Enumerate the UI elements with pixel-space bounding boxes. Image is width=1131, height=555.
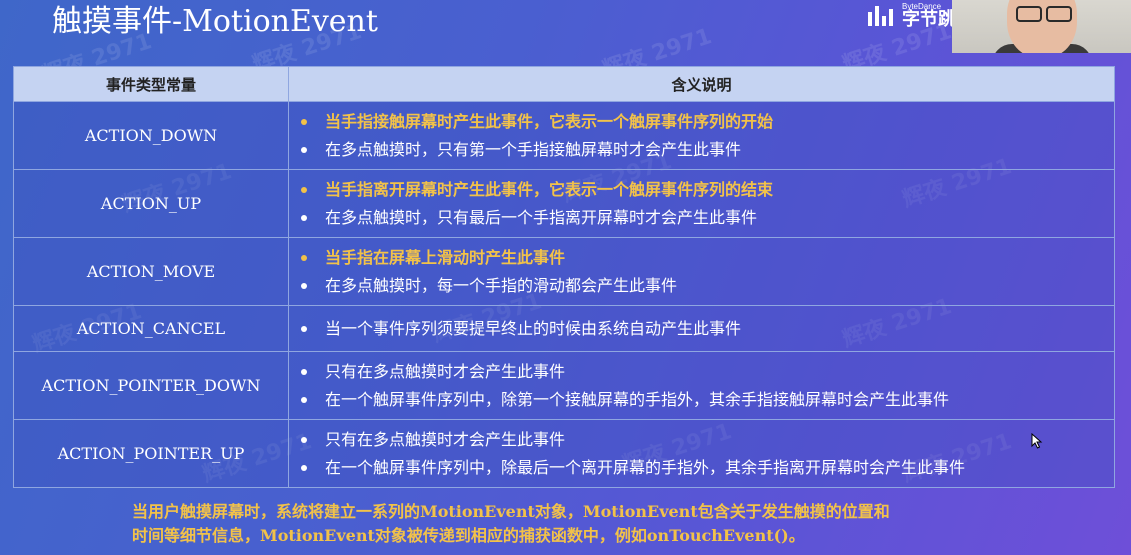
event-description: 只有在多点触摸时才会产生此事件在一个触屏事件序列中，除最后一个离开屏幕的手指外，…: [288, 419, 1115, 488]
event-description: 只有在多点触摸时才会产生此事件在一个触屏事件序列中，除第一个接触屏幕的手指外，其…: [288, 351, 1115, 420]
event-description: 当手指离开屏幕时产生此事件，它表示一个触屏事件序列的结束 在多点触摸时，只有最后一…: [288, 169, 1115, 238]
description-text: 当一个事件序列须要提早终止的时候由系统自动产生此事件: [325, 318, 742, 338]
footer-line: 当用户触摸屏幕时，系统将建立一系列的MotionEvent对象，MotionEv…: [132, 502, 890, 521]
description-text: 在多点触摸时，只有最后一个手指离开屏幕时才会产生此事件: [325, 207, 758, 227]
table-row: ACTION_DOWN 当手指接触屏幕时产生此事件，它表示一个触屏事件序列的开始在…: [13, 101, 1115, 170]
mouse-cursor-icon: [1031, 433, 1043, 449]
slide-title: 触摸事件-MotionEvent: [52, 4, 378, 39]
description-line: 当手指在屏幕上滑动时产生此事件: [299, 244, 1114, 272]
event-description: 当手指接触屏幕时产生此事件，它表示一个触屏事件序列的开始 在多点触摸时，只有第一个…: [288, 101, 1115, 170]
event-constant: ACTION_DOWN: [13, 101, 289, 170]
column-header-meaning: 含义说明: [288, 66, 1115, 102]
logo-big-text: 字节跳: [902, 9, 956, 30]
description-line: 在一个触屏事件序列中，除最后一个离开屏幕的手指外，其余手指离开屏幕时会产生此事件: [299, 454, 1114, 482]
description-line: 在多点触摸时，只有第一个手指接触屏幕时才会产生此事件: [299, 136, 1114, 164]
description-text: 只有在多点触摸时才会产生此事件: [325, 361, 566, 381]
event-constant: ACTION_MOVE: [13, 237, 289, 306]
event-constant: ACTION_UP: [13, 169, 289, 238]
description-line: 当手指离开屏幕时产生此事件，它表示一个触屏事件序列的结束: [299, 176, 1114, 204]
description-text: 只有在多点触摸时才会产生此事件: [325, 429, 566, 449]
description-text: 在多点触摸时，每一个手指的滑动都会产生此事件: [325, 275, 678, 295]
description-text: 当手指接触屏幕时产生此事件，它表示一个触屏事件序列的开始: [325, 111, 774, 131]
event-table: 事件类型常量 含义说明 ACTION_DOWN 当手指接触屏幕时产生此事件，它表示…: [13, 66, 1115, 488]
bullet-icon: [301, 396, 307, 403]
description-line: 在多点触摸时，只有最后一个手指离开屏幕时才会产生此事件: [299, 204, 1114, 232]
bullet-icon: [301, 325, 307, 332]
bytedance-logo: ByteDance 字节跳: [868, 0, 956, 32]
description-line: 当手指接触屏幕时产生此事件，它表示一个触屏事件序列的开始: [299, 108, 1114, 136]
bullet-icon: [301, 186, 307, 193]
table-row: ACTION_CANCEL 当一个事件序列须要提早终止的时候由系统自动产生此事件: [13, 305, 1115, 352]
table-row: ACTION_UP 当手指离开屏幕时产生此事件，它表示一个触屏事件序列的结束 在多点…: [13, 169, 1115, 238]
description-text: 在一个触屏事件序列中，除最后一个离开屏幕的手指外，其余手指离开屏幕时会产生此事件: [325, 457, 966, 477]
bullet-icon: [301, 146, 307, 153]
bullet-icon: [301, 436, 307, 443]
description-text: 在多点触摸时，只有第一个手指接触屏幕时才会产生此事件: [325, 139, 742, 159]
bullet-icon: [301, 464, 307, 471]
table-row: ACTION_MOVE 当手指在屏幕上滑动时产生此事件 在多点触摸时，每一个手指的…: [13, 237, 1115, 306]
description-text: 当手指在屏幕上滑动时产生此事件: [325, 247, 566, 267]
description-line: 在多点触摸时，每一个手指的滑动都会产生此事件: [299, 272, 1114, 300]
description-text: 在一个触屏事件序列中，除第一个接触屏幕的手指外，其余手指接触屏幕时会产生此事件: [325, 389, 950, 409]
bullet-icon: [301, 118, 307, 125]
description-line: 只有在多点触摸时才会产生此事件: [299, 358, 1114, 386]
description-line: 当一个事件序列须要提早终止的时候由系统自动产生此事件: [299, 315, 1114, 343]
table-header-row: 事件类型常量 含义说明: [13, 66, 1115, 102]
table-row: ACTION_POINTER_DOWN 只有在多点触摸时才会产生此事件 在一个触屏事…: [13, 351, 1115, 420]
bullet-icon: [301, 368, 307, 375]
description-text: 当手指离开屏幕时产生此事件，它表示一个触屏事件序列的结束: [325, 179, 774, 199]
event-constant: ACTION_POINTER_UP: [13, 419, 289, 488]
event-description: 当一个事件序列须要提早终止的时候由系统自动产生此事件: [288, 305, 1115, 352]
description-line: 只有在多点触摸时才会产生此事件: [299, 426, 1114, 454]
presenter-webcam: [952, 0, 1131, 53]
description-line: 在一个触屏事件序列中，除第一个接触屏幕的手指外，其余手指接触屏幕时会产生此事件: [299, 386, 1114, 414]
column-header-constant: 事件类型常量: [13, 66, 289, 102]
event-constant: ACTION_POINTER_DOWN: [13, 351, 289, 420]
footer-note: 当用户触摸屏幕时，系统将建立一系列的MotionEvent对象，MotionEv…: [132, 500, 1032, 548]
bullet-icon: [301, 214, 307, 221]
bytedance-logo-icon: [868, 6, 896, 26]
event-constant: ACTION_CANCEL: [13, 305, 289, 352]
bullet-icon: [301, 282, 307, 289]
bullet-icon: [301, 254, 307, 261]
table-row: ACTION_POINTER_UP 只有在多点触摸时才会产生此事件 在一个触屏事件序…: [13, 419, 1115, 488]
event-description: 当手指在屏幕上滑动时产生此事件 在多点触摸时，每一个手指的滑动都会产生此事件: [288, 237, 1115, 306]
footer-line: 时间等细节信息，MotionEvent对象被传递到相应的捕获函数中，例如onTo…: [132, 526, 805, 545]
